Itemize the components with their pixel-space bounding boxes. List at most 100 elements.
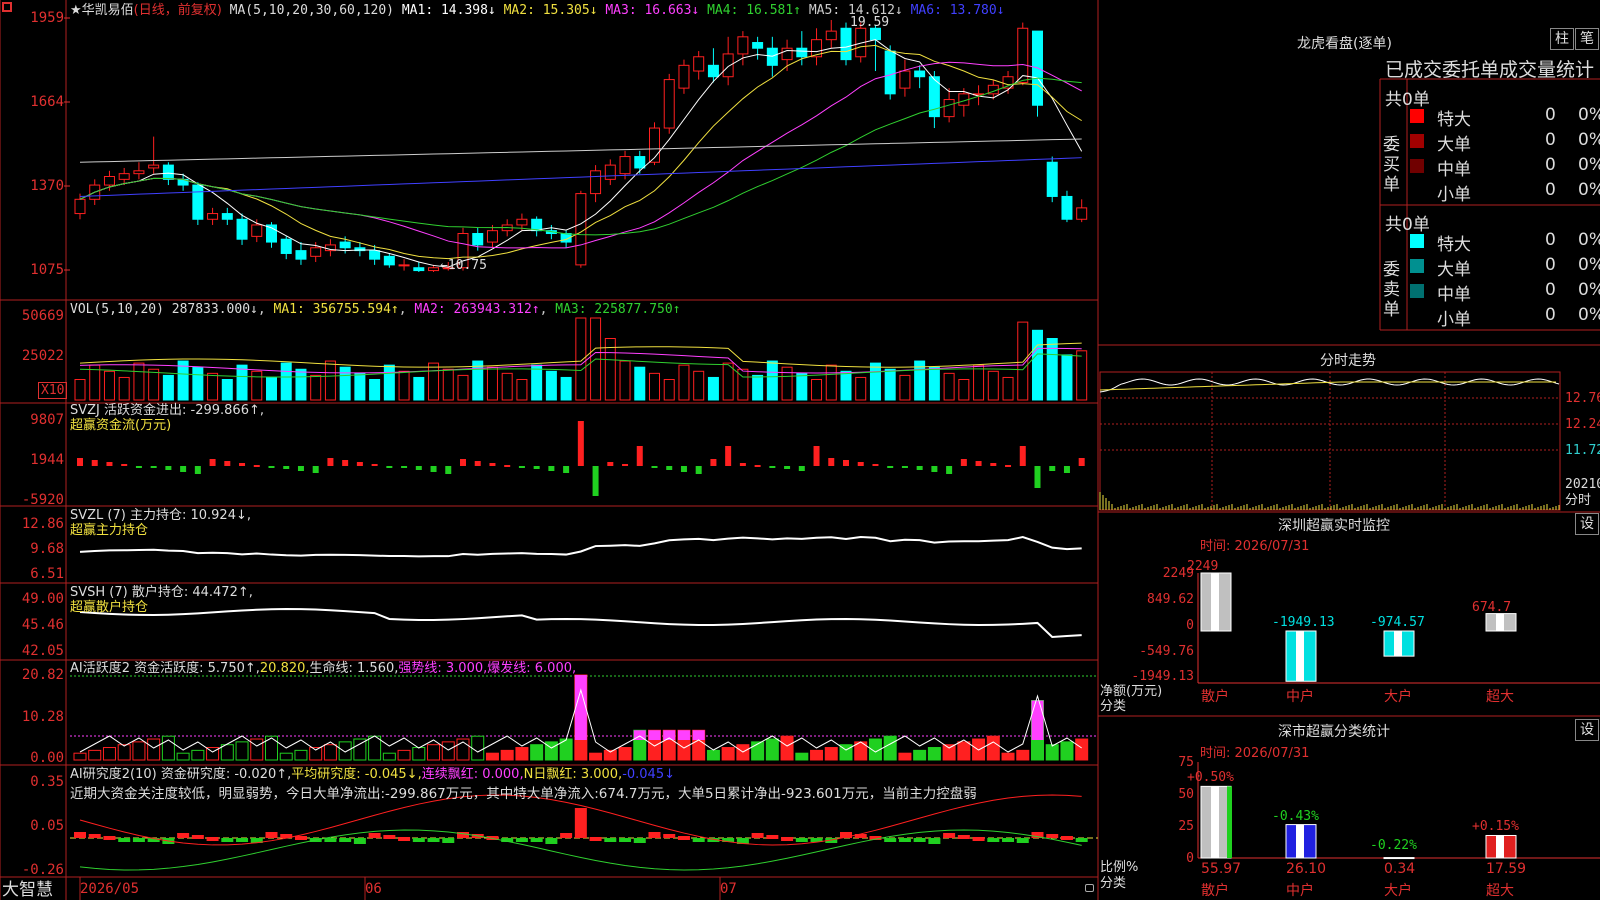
ai2-head-part-0: AI研究度2(10) 资金研究度: -0.020↑, [70,767,292,782]
research-bar [648,832,661,838]
bar-value-label: -1949.13 [1272,615,1335,630]
ai2-comment: 近期大资金关注度较低，明显弱势，今日大单净流出:-299.867万元，其中特大单… [70,786,977,802]
candle-body [678,64,690,89]
candle-body [752,42,764,49]
tick-view-button[interactable]: 笔 [1575,28,1599,50]
svsh-axis-3: 42.05 [21,643,64,659]
bar-value-label: +0.15% [1472,819,1519,835]
candle-body [221,213,233,220]
ma-value-3: MA3: 16.663↓ [597,3,700,18]
activity-bar [176,752,190,761]
ai1-axis-2: 10.28 [21,709,64,725]
research-bar [118,838,131,842]
lock-icon[interactable] [1085,884,1094,892]
fundflow-bar [784,466,791,469]
research-bar [1046,834,1059,838]
svzj-axis-3: -5920 [21,492,64,508]
candle-body [516,218,528,226]
candle-body [693,56,705,72]
order-label: 特大 [1437,235,1471,255]
research-bar [604,838,617,842]
activity-bar [751,741,765,761]
fundflow-bar [312,466,319,473]
fundflow-bar [769,466,776,468]
bar-view-button[interactable]: 柱 [1550,28,1574,50]
activity-bar [795,752,809,761]
volume-bar [796,372,808,401]
fundflow-bar [901,466,908,468]
activity-bar-top [574,675,587,740]
research-bar [294,836,307,840]
candle-body [118,173,130,180]
fundflow-bar [607,462,614,466]
candle-body [310,247,322,257]
fundflow-bar [872,464,879,466]
activity-bar [589,752,603,761]
chart-mode[interactable]: (日线，前复权) [134,3,222,18]
volume-bar [472,360,484,401]
activity-bar [824,747,838,761]
bar-category-label: 超大 [1486,689,1514,705]
volume-bar [545,370,557,401]
research-bar [383,835,396,839]
bar-value-label: 674.7 [1472,599,1512,615]
activity-bar [500,749,514,761]
activity-bar [147,738,161,761]
sz-class-settings-button[interactable]: 设 [1575,719,1599,741]
sz-monitor-settings-button[interactable]: 设 [1575,513,1599,535]
research-bar [530,838,543,842]
candle-body [236,218,248,240]
activity-bar [294,749,308,761]
order-color-swatch [1410,234,1424,248]
candle-body [796,47,808,58]
volume-bar [766,360,778,401]
svzl-axis-3: 6.51 [30,566,64,582]
research-bar [515,838,528,842]
longhu-title: 龙虎看盘(逐单) [1297,36,1392,52]
candle-body [722,53,734,78]
stock-name[interactable]: ★华凯易佰 [70,3,134,18]
kline-axis-label-3: 1075 [30,262,64,278]
ai2-head-part-3: N日飘红: 3.000, [523,767,623,782]
research-bar [913,838,926,842]
bar-value-label: +0.50% [1187,770,1234,786]
volume-bar [840,370,852,401]
volume-bar [869,362,881,401]
fundflow-bar [106,462,113,466]
activity-bar-top [648,730,661,740]
bar-axis-label-0: 75 [1178,755,1194,770]
research-bar [957,835,970,839]
research-bar [943,833,956,838]
volume-bar [369,379,381,401]
sz-monitor-time: 时间: 2026/07/31 [1200,539,1310,554]
bar-category-name: 中户 [1286,883,1314,899]
activity-bar [220,744,234,761]
volume-bar [707,376,719,401]
order-label: 小单 [1437,185,1471,205]
volume-bar [383,364,395,401]
fenshi-axis-1: 12.76 [1565,391,1600,406]
volume-bar [295,368,307,401]
fundflow-bar [533,466,540,469]
fenshi-date: 202107 [1565,477,1600,492]
candle-body [383,255,395,266]
candle-body [207,213,219,220]
research-bar [1016,838,1029,843]
activity-bar [780,735,794,761]
activity-bar [338,741,352,761]
candle-body [428,267,440,272]
fundflow-bar [798,466,805,471]
order-volume: 0 [1545,105,1556,125]
svsh-header: SVSH (7) 散户持仓: 44.472↑, [70,585,253,600]
fundflow-bar [342,460,349,466]
brand-logo[interactable]: 大智慧 [2,880,53,900]
volume-bar [221,379,233,401]
activity-bar [1001,752,1015,761]
bar-category-label: 17.59 [1486,861,1527,877]
candle-body [825,30,837,41]
candle-body [1046,161,1058,197]
order-row-3: 小单 0 0% [1410,305,1600,330]
activity-bar [471,735,485,761]
volume-bar [457,374,469,401]
vol-axis-2: 25022 [21,348,64,364]
